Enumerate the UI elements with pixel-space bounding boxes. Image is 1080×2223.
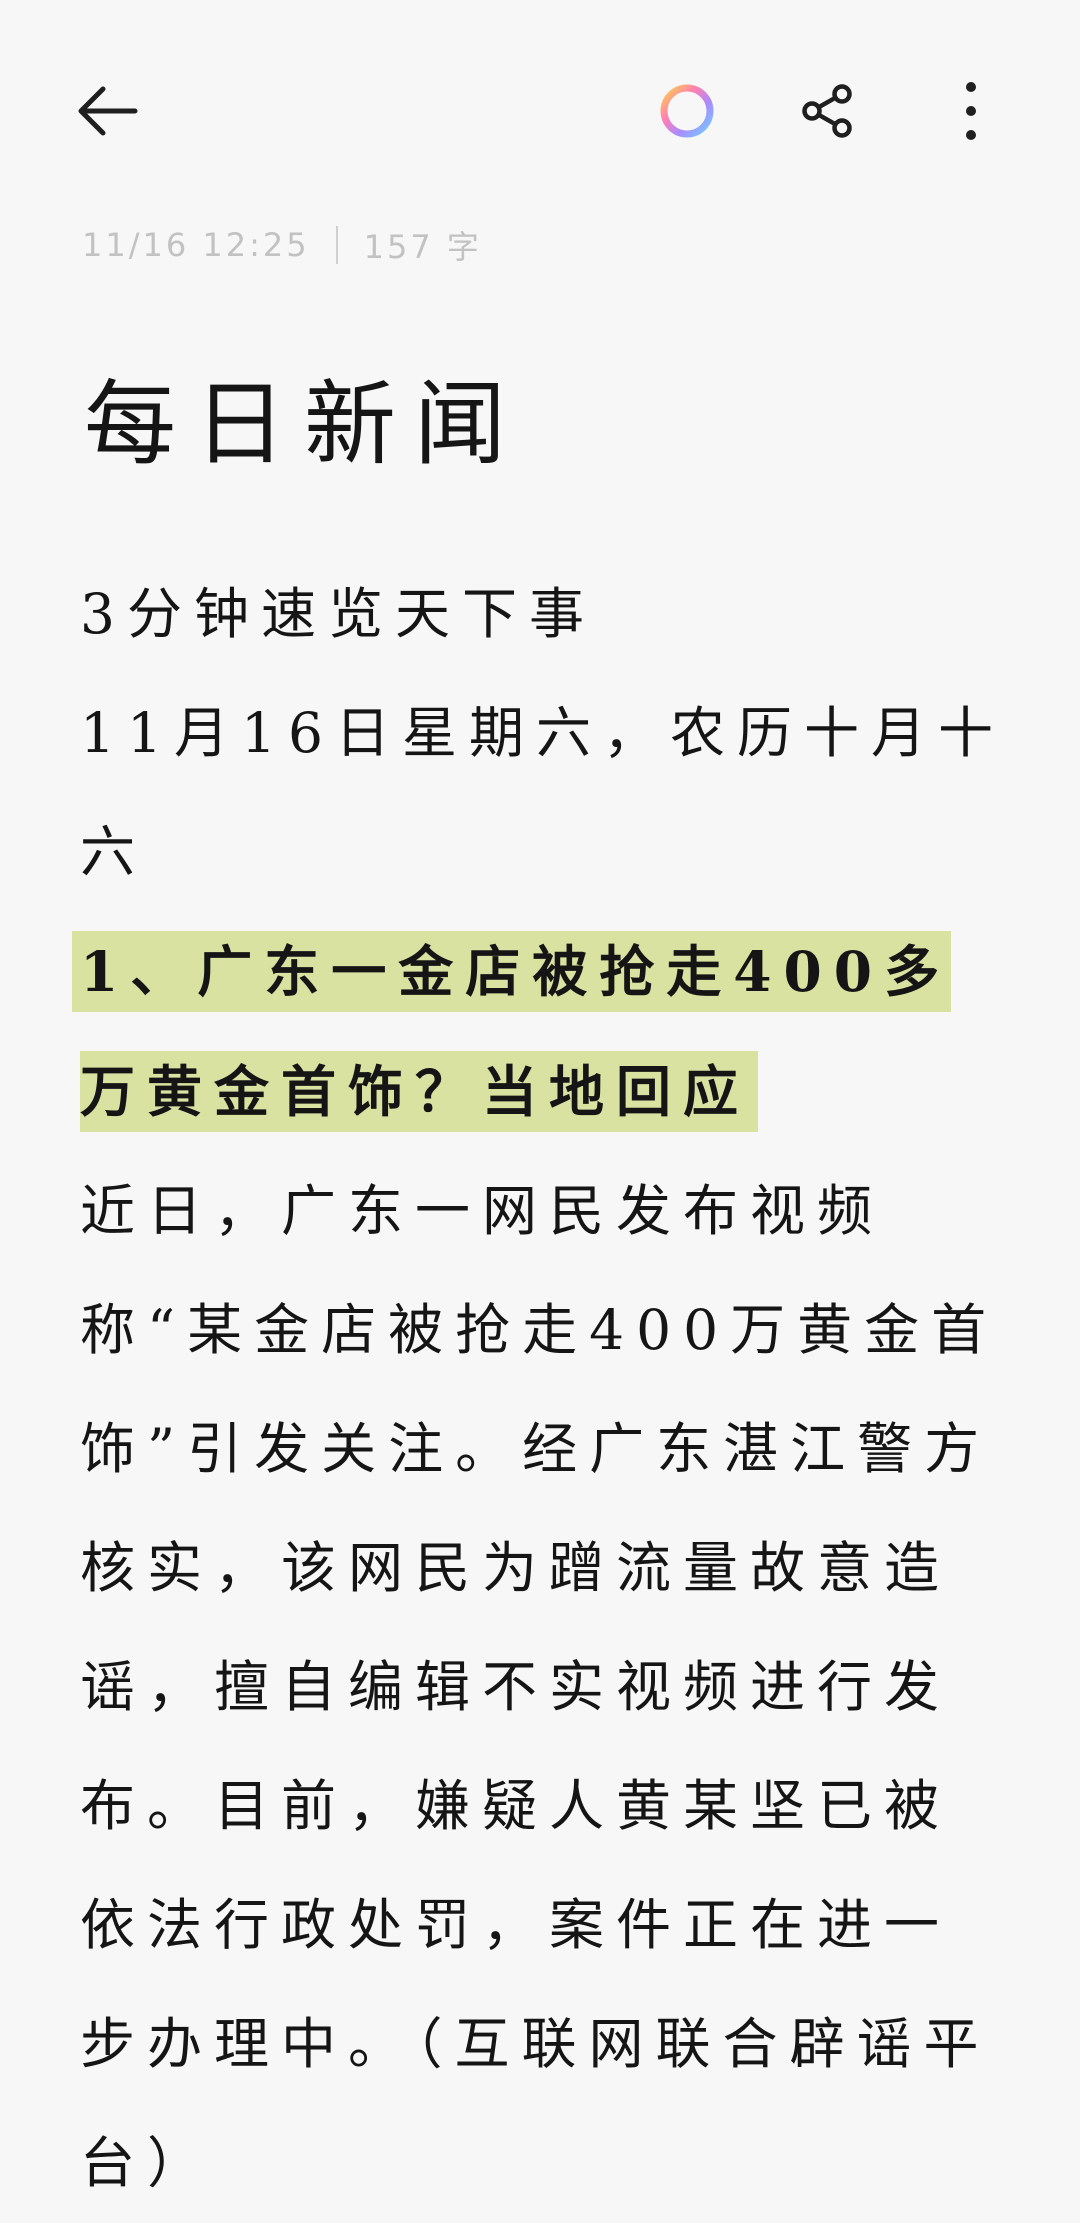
arrow-left-icon xyxy=(78,86,138,136)
share-button[interactable] xyxy=(778,61,878,161)
meta-divider xyxy=(335,226,338,264)
note-title[interactable]: 每日新闻 xyxy=(84,350,524,483)
note-body[interactable]: 3分钟速览天下事 11月16日星期六，农历十月十六 1、广东一金店被抢走400多… xyxy=(80,555,1015,2223)
share-icon xyxy=(802,84,852,138)
note-paragraph[interactable]: 近日，广东一网民发布视频称“某金店被抢走400万黄金首饰”引发关注。经广东湛江警… xyxy=(80,1152,1015,2223)
word-count: 157 字 xyxy=(363,228,482,266)
note-datetime: 11/16 12:25 xyxy=(82,226,310,264)
note-subtitle[interactable]: 3分钟速览天下事 xyxy=(80,555,1015,674)
back-button[interactable] xyxy=(57,61,157,161)
note-date-line[interactable]: 11月16日星期六，农历十月十六 xyxy=(80,674,1015,912)
more-vertical-icon xyxy=(966,82,976,140)
note-meta: 11/16 12:25 157 字 xyxy=(82,222,482,268)
note-headline[interactable]: 1、广东一金店被抢走400多万黄金首饰？当地回应 xyxy=(80,912,1015,1152)
more-options-button[interactable] xyxy=(921,61,1021,161)
color-picker-button[interactable] xyxy=(637,61,737,161)
highlighted-headline[interactable]: 1、广东一金店被抢走400多万黄金首饰？当地回应 xyxy=(80,939,952,1124)
color-ring-icon xyxy=(660,84,714,138)
top-toolbar xyxy=(0,0,1080,230)
